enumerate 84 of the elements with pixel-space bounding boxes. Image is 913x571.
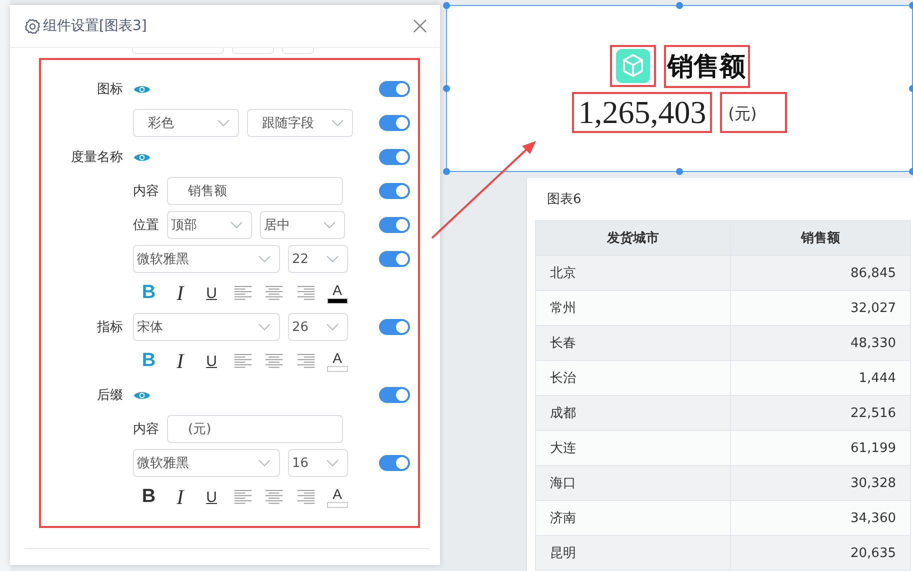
toggle-switch[interactable] xyxy=(379,217,410,233)
dropdown[interactable]: 宋体 xyxy=(133,313,280,341)
table-cell: 常州 xyxy=(536,290,731,326)
font-color-button[interactable]: A xyxy=(322,484,353,510)
chevron-icon xyxy=(326,323,339,331)
toggle-switch[interactable] xyxy=(379,455,410,471)
kpi-suffix: (元) xyxy=(720,92,787,132)
table-cell: 30,328 xyxy=(730,466,910,500)
table-cell: 长治 xyxy=(536,360,731,396)
underline-button[interactable]: U xyxy=(196,484,228,510)
underline-button[interactable]: U xyxy=(196,280,228,306)
column-header: 发货城市 xyxy=(536,220,731,256)
table-cell: 22,516 xyxy=(730,396,910,430)
cube-icon xyxy=(616,49,650,83)
underline-button[interactable]: U xyxy=(196,348,228,374)
toggle-switch[interactable] xyxy=(379,81,410,97)
field-label: 图标 xyxy=(97,81,123,98)
dropdown[interactable]: 微软雅黑 xyxy=(133,245,280,273)
italic-button[interactable]: I xyxy=(164,484,196,510)
table-cell: 20,635 xyxy=(730,536,910,570)
table-cell: 48,330 xyxy=(730,326,910,360)
table-cell: 长春 xyxy=(536,326,731,360)
field-label: 度量名称 xyxy=(71,149,123,166)
table-cell: 34,360 xyxy=(730,500,910,536)
chevron-icon xyxy=(230,221,243,229)
table-cell: 昆明 xyxy=(536,536,731,570)
table-cell: 海口 xyxy=(536,466,731,500)
table-cell: 32,027 xyxy=(730,290,910,326)
font-color-button[interactable]: A xyxy=(322,348,353,374)
resize-handle[interactable] xyxy=(676,2,682,9)
eye-icon[interactable] xyxy=(133,390,151,400)
field-label: 内容 xyxy=(133,183,159,200)
italic-button[interactable]: I xyxy=(164,348,196,374)
table-cell: 86,845 xyxy=(730,256,910,290)
table-cell: 济南 xyxy=(536,500,731,536)
field-label: 位置 xyxy=(133,217,159,234)
field-label: 后缀 xyxy=(97,387,123,404)
font-color-button[interactable]: A xyxy=(322,280,353,306)
chevron-icon xyxy=(323,221,336,229)
chevron-icon xyxy=(326,255,339,263)
toggle-switch[interactable] xyxy=(379,251,410,267)
dropdown[interactable]: 居中 xyxy=(260,211,345,239)
text-input[interactable]: (元) xyxy=(167,415,343,443)
resize-handle[interactable] xyxy=(443,168,450,175)
chevron-icon xyxy=(331,119,344,127)
dropdown[interactable]: 26 xyxy=(288,313,348,341)
toggle-switch[interactable] xyxy=(379,319,410,335)
toggle-switch[interactable] xyxy=(379,183,410,199)
chevron-icon xyxy=(258,323,271,331)
table-cell: 大连 xyxy=(536,430,731,466)
italic-button[interactable]: I xyxy=(164,280,196,306)
chevron-icon xyxy=(326,459,339,467)
column-header: 销售额 xyxy=(730,220,910,256)
dropdown[interactable]: 22 xyxy=(288,245,348,273)
eye-icon[interactable] xyxy=(133,84,151,94)
chevron-icon xyxy=(217,119,230,127)
gear-icon xyxy=(24,18,41,34)
table-cell: 北京 xyxy=(536,256,731,290)
dropdown[interactable]: 微软雅黑 xyxy=(133,449,280,477)
field-label: 内容 xyxy=(133,421,159,438)
toggle-switch[interactable] xyxy=(379,149,410,165)
table-cell: 61,199 xyxy=(730,430,910,466)
panel-title: 图表6 xyxy=(546,191,582,209)
chevron-icon xyxy=(258,459,271,467)
dropdown[interactable]: 彩色 xyxy=(133,109,239,137)
resize-handle[interactable] xyxy=(676,168,682,175)
table-cell: 成都 xyxy=(536,396,731,430)
table-cell: 1,444 xyxy=(730,360,910,396)
chevron-icon xyxy=(258,255,271,263)
close-icon[interactable] xyxy=(412,18,428,34)
dropdown[interactable]: 顶部 xyxy=(167,211,252,239)
dropdown[interactable]: 16 xyxy=(288,449,348,477)
text-input[interactable]: 销售额 xyxy=(167,177,343,205)
toggle-switch[interactable] xyxy=(379,387,410,403)
eye-icon[interactable] xyxy=(133,152,151,162)
dropdown[interactable]: 跟随字段 xyxy=(247,109,353,137)
kpi-title: 销售额 xyxy=(664,44,750,88)
toggle-switch[interactable] xyxy=(379,115,410,131)
kpi-value: 1,265,403 xyxy=(572,92,712,132)
resize-handle[interactable] xyxy=(443,2,450,9)
bold-button[interactable]: B xyxy=(133,484,164,510)
dialog-title: 组件设置[图表3] xyxy=(24,17,412,35)
resize-handle[interactable] xyxy=(443,84,450,92)
field-label: 指标 xyxy=(97,319,123,336)
